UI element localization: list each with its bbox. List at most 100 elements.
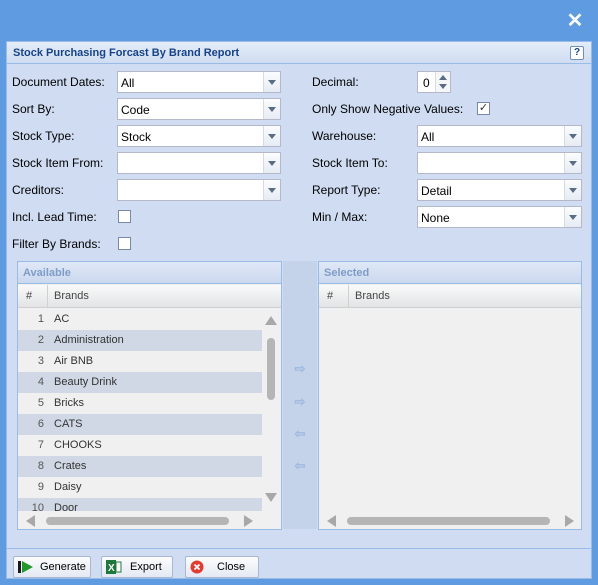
help-icon[interactable]: ? (570, 46, 584, 60)
table-row[interactable]: 9 Daisy (18, 477, 262, 498)
chevron-down-icon[interactable] (263, 153, 280, 173)
decimal-value: 0 (423, 76, 430, 90)
window-close-icon[interactable]: ✕ (566, 11, 584, 31)
row-number: 3 (37, 355, 44, 367)
chevron-down-icon[interactable] (263, 99, 280, 119)
stock-type-value: Stock (121, 130, 152, 144)
selected-grid: Selected # Brands (318, 261, 582, 530)
play-icon (18, 561, 33, 573)
chevron-down-icon[interactable] (564, 207, 581, 227)
scroll-left-icon[interactable] (327, 515, 336, 527)
move-all-right-icon[interactable]: ⇨ (291, 394, 309, 410)
scroll-left-icon[interactable] (26, 515, 35, 527)
close-button[interactable]: Close (185, 556, 259, 578)
table-row[interactable]: 4 Beauty Drink (18, 372, 262, 393)
available-grid: Available # Brands 1 AC 2 Administration 3 Ai… (17, 261, 282, 530)
spinner-buttons[interactable] (435, 72, 450, 92)
brand-name: Beauty Drink (54, 376, 117, 388)
selected-grid-title: Selected (319, 262, 581, 284)
brand-name: Crates (54, 460, 87, 472)
move-left-icon[interactable]: ⇦ (291, 426, 309, 442)
scroll-right-icon[interactable] (565, 515, 574, 527)
only-negative-label: Only Show Negative Values: (312, 102, 464, 116)
stock-item-from-select[interactable] (117, 152, 281, 174)
row-number: 9 (37, 481, 44, 493)
min-max-value: None (421, 211, 450, 225)
report-panel: Stock Purchasing Forcast By Brand Report… (6, 41, 592, 579)
chevron-up-icon[interactable] (439, 75, 447, 80)
chevron-down-icon[interactable] (564, 153, 581, 173)
sort-by-label: Sort By: (12, 102, 55, 116)
decimal-label: Decimal: (312, 75, 359, 89)
incl-lead-time-label: Incl. Lead Time: (12, 210, 97, 224)
row-number: 1 (37, 313, 44, 325)
scroll-thumb[interactable] (46, 517, 229, 525)
stock-item-to-label: Stock Item To: (312, 156, 388, 170)
stock-type-select[interactable]: Stock (117, 125, 281, 147)
scroll-up-icon[interactable] (265, 316, 277, 325)
column-header-number[interactable]: # (319, 285, 349, 307)
available-vertical-scrollbar[interactable] (264, 316, 278, 506)
warehouse-label: Warehouse: (312, 129, 377, 143)
available-horizontal-scrollbar[interactable] (26, 514, 256, 528)
panel-title: Stock Purchasing Forcast By Brand Report (13, 47, 240, 59)
chevron-down-icon[interactable] (564, 180, 581, 200)
brand-name: Door (54, 502, 78, 511)
scroll-thumb[interactable] (347, 517, 550, 525)
table-row[interactable]: 7 CHOOKS (18, 435, 262, 456)
decimal-spinner[interactable]: 0 (417, 71, 451, 93)
row-number: 4 (37, 376, 44, 388)
sort-by-select[interactable]: Code (117, 98, 281, 120)
chevron-down-icon[interactable] (263, 72, 280, 92)
brand-name: Administration (54, 334, 124, 346)
selected-horizontal-scrollbar[interactable] (327, 514, 577, 528)
chevron-down-icon[interactable] (263, 126, 280, 146)
filter-by-brands-checkbox[interactable] (118, 237, 131, 250)
close-circle-icon (190, 560, 204, 574)
scroll-thumb[interactable] (267, 338, 275, 400)
generate-label: Generate (40, 561, 86, 573)
report-type-value: Detail (421, 184, 452, 198)
document-dates-select[interactable]: All (117, 71, 281, 93)
chevron-down-icon[interactable] (263, 180, 280, 200)
table-row[interactable]: 3 Air BNB (18, 351, 262, 372)
chevron-down-icon[interactable] (439, 84, 447, 89)
scroll-down-icon[interactable] (265, 493, 277, 502)
stock-item-from-label: Stock Item From: (12, 156, 104, 170)
warehouse-select[interactable]: All (417, 125, 582, 147)
panel-header: Stock Purchasing Forcast By Brand Report… (7, 42, 591, 64)
row-number: 2 (37, 334, 44, 346)
creditors-select[interactable] (117, 179, 281, 201)
brand-name: AC (54, 313, 70, 325)
min-max-label: Min / Max: (312, 210, 368, 224)
move-all-left-icon[interactable]: ⇦ (291, 458, 309, 474)
export-label: Export (130, 561, 162, 573)
table-row[interactable]: 2 Administration (18, 330, 262, 351)
report-type-select[interactable]: Detail (417, 179, 582, 201)
export-button[interactable]: X Export (101, 556, 173, 578)
chevron-down-icon[interactable] (564, 126, 581, 146)
available-grid-title: Available (18, 262, 281, 284)
table-row[interactable]: 8 Crates (18, 456, 262, 477)
excel-icon: X (106, 560, 122, 574)
incl-lead-time-checkbox[interactable] (118, 210, 131, 223)
column-header-brands[interactable]: Brands (54, 290, 89, 302)
only-negative-checkbox[interactable]: ✓ (477, 102, 490, 115)
min-max-select[interactable]: None (417, 206, 582, 228)
generate-button[interactable]: Generate (13, 556, 91, 578)
column-header-number[interactable]: # (18, 285, 48, 307)
row-number: 8 (37, 460, 44, 472)
move-right-icon[interactable]: ⇨ (291, 361, 309, 377)
table-row[interactable]: 6 CATS (18, 414, 262, 435)
warehouse-value: All (421, 130, 435, 144)
table-row[interactable]: 10 Door (18, 498, 262, 511)
table-row[interactable]: 5 Bricks (18, 393, 262, 414)
brand-name: CHOOKS (54, 439, 102, 451)
selected-grid-header: # Brands (319, 285, 581, 308)
stock-item-to-select[interactable] (417, 152, 582, 174)
column-header-brands[interactable]: Brands (355, 290, 390, 302)
scroll-right-icon[interactable] (244, 515, 253, 527)
table-row[interactable]: 1 AC (18, 309, 262, 330)
row-number: 5 (37, 397, 44, 409)
brand-name: Air BNB (54, 355, 94, 367)
